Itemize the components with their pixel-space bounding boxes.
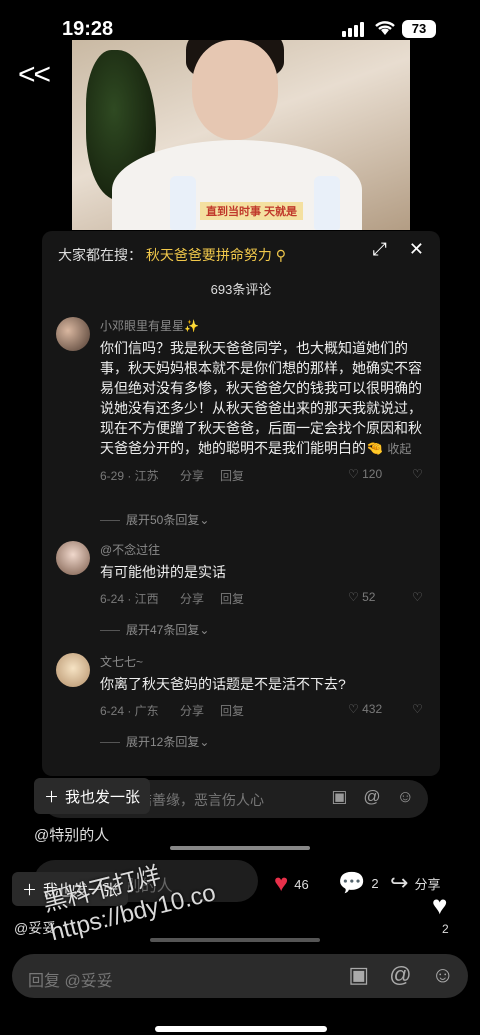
reply-button[interactable]: 回复: [220, 702, 244, 719]
dislike-icon[interactable]: ♡: [412, 590, 423, 604]
expand-replies[interactable]: 展开50条回复⌄: [100, 511, 209, 528]
share-button[interactable]: 分享: [180, 590, 204, 607]
comment-username[interactable]: @不念过往: [100, 541, 430, 558]
comment-text: 有可能他讲的是实话: [100, 564, 226, 580]
image-icon[interactable]: ▣: [331, 787, 347, 807]
signal-icon: [342, 22, 364, 37]
back-button[interactable]: <<: [18, 58, 51, 92]
dislike-icon[interactable]: ♡: [412, 467, 423, 481]
search-prefix: 大家都在搜：: [58, 247, 142, 263]
reply-button[interactable]: 回复: [220, 467, 244, 484]
wifi-icon: [374, 20, 396, 41]
comment-date: 6-29 · 江苏: [100, 469, 159, 483]
image-icon[interactable]: ▣: [348, 962, 369, 988]
person-face: [192, 40, 278, 140]
comment-date: 6-24 · 江西: [100, 592, 159, 606]
home-indicator[interactable]: [155, 1026, 327, 1032]
comment-panel: 大家都在搜： 秋天爸爸要拼命努力 ⚲ ⤢ ✕ 693条评论 小邓眼里有星星✨ 你…: [42, 231, 440, 776]
fold-button[interactable]: 收起: [387, 442, 411, 456]
comment-meta: 6-29 · 江苏 分享 回复 ♡ 120 ♡: [100, 467, 430, 485]
search-query[interactable]: 秋天爸爸要拼命努力: [146, 247, 272, 263]
share-button[interactable]: 分享: [180, 702, 204, 719]
like-action[interactable]: ♥ 46: [274, 870, 309, 898]
expand-replies[interactable]: 展开47条回复⌄: [100, 621, 209, 638]
search-icon: ⚲: [275, 247, 287, 263]
status-time: 19:28: [62, 18, 114, 40]
expand-icon[interactable]: ⤢: [373, 239, 387, 260]
video-player[interactable]: 直到当时事 天就是: [72, 40, 410, 230]
heart-icon: ♥: [274, 870, 289, 897]
heart-icon[interactable]: ♥: [432, 890, 447, 921]
plus-icon: ＋: [22, 881, 38, 899]
post-image-button[interactable]: ＋我也发一张: [34, 778, 151, 814]
comment-text: 你离了秋天爸妈的话题是不是活不下去?: [100, 676, 346, 692]
comment-icon: 💬: [338, 870, 366, 895]
like-button[interactable]: ♡ 432: [348, 702, 382, 716]
avatar[interactable]: [56, 317, 90, 351]
emoji-icon[interactable]: ☺: [397, 787, 414, 807]
like-button[interactable]: ♡ 52: [348, 590, 375, 604]
search-suggestion[interactable]: 大家都在搜： 秋天爸爸要拼命努力 ⚲: [58, 245, 286, 265]
emoji-icon[interactable]: ☺: [432, 962, 454, 988]
comment-count: 693条评论: [210, 282, 272, 297]
close-icon[interactable]: ✕: [409, 239, 424, 260]
share-icon: ↪: [390, 870, 409, 895]
bottle: [170, 176, 196, 230]
video-caption: 直到当时事 天就是: [200, 202, 304, 220]
avatar[interactable]: [56, 653, 90, 687]
comment-count-small: 2: [371, 875, 379, 891]
battery-icon: 73: [402, 20, 436, 38]
mention-label[interactable]: @特别的人: [34, 824, 109, 845]
plus-icon: ＋: [44, 788, 60, 806]
reply-button[interactable]: 回复: [220, 590, 244, 607]
compose-input[interactable]: 回复 @妥妥 ▣ @ ☺: [12, 954, 468, 998]
avatar[interactable]: [56, 541, 90, 575]
comment-meta: 6-24 · 广东 分享 回复 ♡ 432 ♡: [100, 702, 430, 720]
like-count: 46: [294, 876, 309, 892]
comment-date: 6-24 · 广东: [100, 704, 159, 718]
dislike-icon[interactable]: ♡: [412, 702, 423, 716]
share-button[interactable]: 分享: [180, 467, 204, 484]
like-count-right: 2: [442, 922, 449, 936]
comment-username[interactable]: 文七七~: [100, 653, 430, 670]
expand-replies[interactable]: 展开12条回复⌄: [100, 733, 209, 750]
drag-handle[interactable]: [170, 846, 310, 850]
comment-username[interactable]: 小邓眼里有星星✨: [100, 317, 430, 334]
bottle: [314, 176, 340, 230]
at-icon[interactable]: @: [363, 787, 380, 807]
comment-action[interactable]: 💬 2: [338, 870, 379, 896]
compose-placeholder: 回复 @妥妥: [28, 973, 113, 990]
like-button[interactable]: ♡ 120: [348, 467, 382, 481]
comment-meta: 6-24 · 江西 分享 回复 ♡ 52 ♡: [100, 590, 430, 608]
divider: [150, 938, 320, 942]
at-icon[interactable]: @: [389, 962, 411, 988]
comment-text: 你们信吗？我是秋天爸爸同学，也大概知道她们的事，秋天妈妈根本就不是你们想的那样，…: [100, 340, 422, 456]
